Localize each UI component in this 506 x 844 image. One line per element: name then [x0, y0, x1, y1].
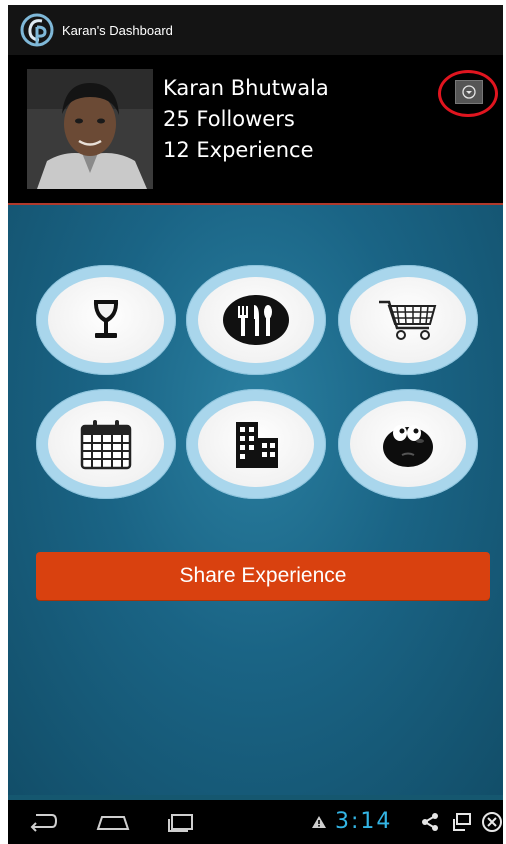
- home-icon[interactable]: [96, 812, 130, 832]
- warning-icon: [312, 816, 326, 828]
- category-events-button[interactable]: [36, 389, 176, 499]
- category-shopping-button[interactable]: [338, 265, 478, 375]
- buildings-icon: [236, 422, 278, 468]
- highlight-circle-annotation: [438, 70, 498, 117]
- close-icon[interactable]: [481, 811, 503, 833]
- profile-followers[interactable]: 25 Followers: [163, 104, 329, 135]
- dashboard-main: Share Experience: [8, 205, 503, 795]
- category-drinks-button[interactable]: [36, 265, 176, 375]
- category-mood-button[interactable]: [338, 389, 478, 499]
- status-clock: 3:14: [335, 809, 393, 834]
- device-screen: Karan's Dashboard Karan Bhutwala 25 Foll…: [8, 5, 503, 844]
- category-restaurant-button[interactable]: [186, 265, 326, 375]
- smiley-icon: [383, 425, 433, 467]
- action-bar: Karan's Dashboard: [8, 5, 503, 55]
- category-places-button[interactable]: [186, 389, 326, 499]
- profile-experience[interactable]: 12 Experience: [163, 135, 329, 166]
- share-icon[interactable]: [421, 813, 439, 831]
- calendar-icon: [80, 420, 132, 470]
- wine-glass-icon: [93, 300, 119, 338]
- system-nav-bar: 3:14: [8, 800, 503, 844]
- recent-apps-icon[interactable]: [166, 812, 196, 832]
- window-icon[interactable]: [452, 812, 472, 832]
- app-logo-icon[interactable]: [20, 11, 54, 49]
- app-title: Karan's Dashboard: [62, 22, 173, 38]
- back-icon[interactable]: [28, 812, 58, 832]
- avatar[interactable]: [27, 69, 153, 189]
- shopping-cart-icon: [379, 300, 437, 340]
- profile-info: Karan Bhutwala 25 Followers 12 Experienc…: [163, 73, 329, 166]
- profile-name: Karan Bhutwala: [163, 76, 329, 100]
- restaurant-icon: [223, 295, 289, 345]
- share-experience-button[interactable]: Share Experience: [36, 552, 490, 600]
- profile-header: Karan Bhutwala 25 Followers 12 Experienc…: [8, 55, 503, 205]
